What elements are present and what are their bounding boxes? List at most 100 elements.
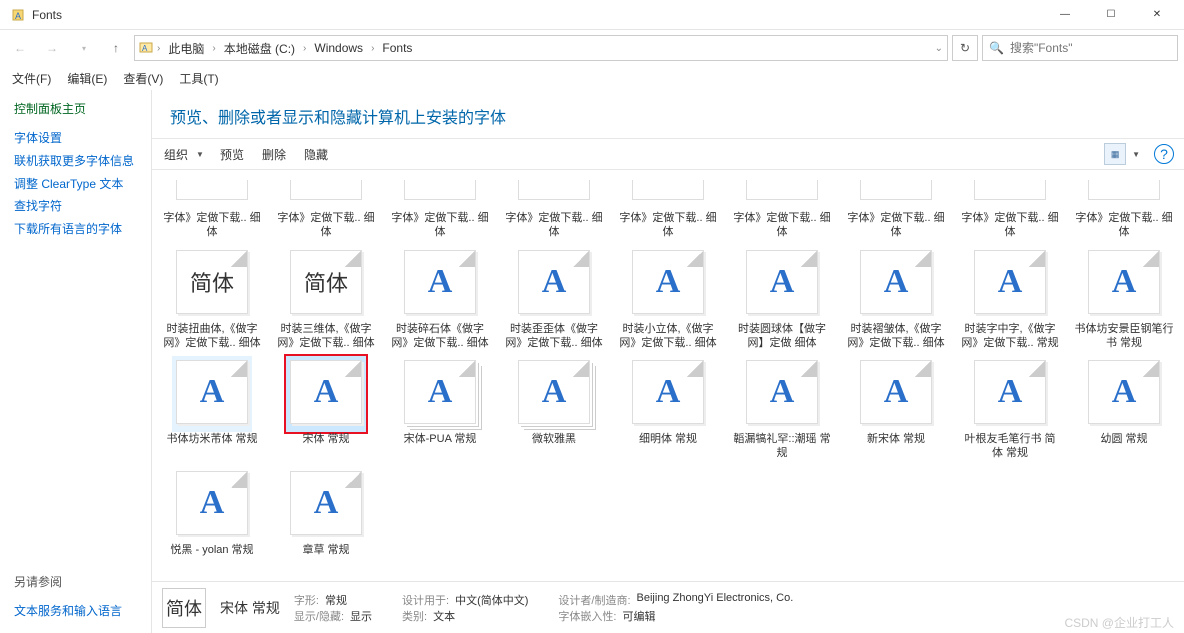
font-item[interactable]: A时装圆球体【做字网】定做 细体 [732, 246, 832, 351]
font-label: 时装字中字,《做字网》定做下载.. 常规 [960, 322, 1060, 351]
hide-button[interactable]: 隐藏 [302, 146, 330, 163]
font-item[interactable]: 字体》定做下载.. 细体 [162, 176, 262, 240]
breadcrumb[interactable]: Fonts [378, 41, 416, 55]
font-item[interactable]: 字体》定做下载.. 细体 [846, 176, 946, 240]
search-box[interactable]: 🔍 [982, 35, 1178, 61]
font-label: 字体》定做下载.. 细体 [846, 211, 946, 240]
sidebar-link[interactable]: 下载所有语言的字体 [14, 218, 137, 241]
font-label: 字体》定做下载.. 细体 [732, 211, 832, 240]
menu-file[interactable]: 文件(F) [6, 68, 57, 89]
sidebar-link[interactable]: 调整 ClearType 文本 [14, 173, 137, 196]
chevron-down-icon[interactable]: ▼ [196, 150, 204, 159]
font-label: 时装小立体,《做字网》定做下载.. 细体 [618, 322, 718, 351]
font-label: 时装褶皱体,《做字网》定做下载.. 细体 [846, 322, 946, 351]
font-label: 时装三维体,《做字网》定做下载.. 细体 [276, 322, 376, 351]
font-label: 时装扭曲体,《做字网》定做下载.. 细体 [162, 322, 262, 351]
font-item[interactable]: 字体》定做下载.. 细体 [390, 176, 490, 240]
view-options-button[interactable]: ▦ [1104, 143, 1126, 165]
font-item[interactable]: A书体坊米芾体 常规 [162, 356, 262, 461]
font-item[interactable]: A细明体 常规 [618, 356, 718, 461]
font-label: 时装圆球体【做字网】定做 细体 [732, 322, 832, 351]
font-label: 宋体-PUA 常规 [390, 432, 490, 460]
chevron-right-icon[interactable]: › [212, 43, 215, 54]
font-label: 书体坊安景臣钢笔行书 常规 [1074, 322, 1174, 351]
font-item[interactable]: A宋体-PUA 常规 [390, 356, 490, 461]
history-dropdown[interactable]: ▾ [70, 34, 98, 62]
chevron-right-icon[interactable]: › [157, 43, 160, 54]
search-input[interactable] [1010, 41, 1171, 55]
font-label: 字体》定做下载.. 细体 [960, 211, 1060, 240]
font-item[interactable]: A微软雅黑 [504, 356, 604, 461]
sidebar-link[interactable]: 查找字符 [14, 195, 137, 218]
font-label: 字体》定做下载.. 细体 [1074, 211, 1174, 240]
menu-tools[interactable]: 工具(T) [173, 68, 224, 89]
font-item[interactable]: A悦黑 - yolan 常规 [162, 467, 262, 571]
detail-prop: 字形:常规 [294, 592, 372, 608]
font-item[interactable]: 字体》定做下载.. 细体 [1074, 176, 1174, 240]
chevron-down-icon[interactable]: ▼ [1132, 150, 1140, 159]
up-button[interactable]: ↑ [102, 34, 130, 62]
menu-edit[interactable]: 编辑(E) [61, 68, 113, 89]
font-item[interactable]: 简体时装三维体,《做字网》定做下载.. 细体 [276, 246, 376, 351]
help-icon[interactable]: ? [1154, 144, 1174, 164]
font-label: 细明体 常规 [618, 432, 718, 460]
see-also-head: 另请参阅 [14, 573, 137, 590]
font-item[interactable]: A宋体 常规 [276, 356, 376, 461]
sidebar-link[interactable]: 文本服务和输入语言 [14, 600, 137, 623]
font-label: 字体》定做下载.. 细体 [618, 211, 718, 240]
address-bar[interactable]: A › 此电脑 › 本地磁盘 (C:) › Windows › Fonts ⌄ [134, 35, 948, 61]
font-item[interactable]: A幼圆 常规 [1074, 356, 1174, 461]
font-item[interactable]: A时装碎石体《做字网》定做下载.. 细体 [390, 246, 490, 351]
close-button[interactable]: ✕ [1134, 0, 1180, 30]
detail-prop: 设计用于:中文(简体中文) [402, 592, 528, 608]
sidebar-head[interactable]: 控制面板主页 [14, 100, 137, 117]
font-item[interactable]: 字体》定做下载.. 细体 [276, 176, 376, 240]
font-label: 新宋体 常规 [846, 432, 946, 460]
font-item[interactable]: 简体时装扭曲体,《做字网》定做下载.. 细体 [162, 246, 262, 351]
menu-view[interactable]: 查看(V) [117, 68, 169, 89]
back-button[interactable]: ← [6, 34, 34, 62]
font-item[interactable]: A新宋体 常规 [846, 356, 946, 461]
delete-button[interactable]: 删除 [260, 146, 288, 163]
detail-prop: 设计者/制造商:Beijing ZhongYi Electronics, Co. [558, 592, 793, 608]
font-label: 微软雅黑 [504, 432, 604, 460]
watermark: CSDN @企业打工人 [1064, 614, 1174, 631]
font-label: 字体》定做下载.. 细体 [276, 211, 376, 240]
detail-bar: 简体 宋体 常规 字形:常规显示/隐藏:显示设计用于:中文(简体中文)类别:文本… [152, 581, 1184, 633]
font-item[interactable]: A韜漏犒礼罕::潮瑶 常规 [732, 356, 832, 461]
font-label: 字体》定做下载.. 细体 [390, 211, 490, 240]
detail-thumb: 简体 [162, 588, 206, 628]
chevron-right-icon[interactable]: › [303, 43, 306, 54]
font-grid: 字体》定做下载.. 细体字体》定做下载.. 细体字体》定做下载.. 细体字体》定… [152, 170, 1184, 581]
font-item[interactable]: A章草 常规 [276, 467, 376, 571]
breadcrumb[interactable]: 此电脑 [164, 40, 208, 57]
address-dropdown[interactable]: ⌄ [935, 43, 943, 54]
navbar: ← → ▾ ↑ A › 此电脑 › 本地磁盘 (C:) › Windows › … [0, 30, 1184, 66]
font-item[interactable]: 字体》定做下载.. 细体 [504, 176, 604, 240]
preview-button[interactable]: 预览 [218, 146, 246, 163]
main-area: 预览、删除或者显示和隐藏计算机上安装的字体 组织▼ 预览 删除 隐藏 ▦▼ ? … [152, 90, 1184, 633]
font-item[interactable]: 字体》定做下载.. 细体 [960, 176, 1060, 240]
font-item[interactable]: A叶根友毛笔行书 简体 常规 [960, 356, 1060, 461]
sidebar-link[interactable]: 联机获取更多字体信息 [14, 150, 137, 173]
font-item[interactable]: A时装字中字,《做字网》定做下载.. 常规 [960, 246, 1060, 351]
titlebar: A Fonts — ☐ ✕ [0, 0, 1184, 30]
chevron-right-icon[interactable]: › [371, 43, 374, 54]
font-item[interactable]: A时装小立体,《做字网》定做下载.. 细体 [618, 246, 718, 351]
font-item[interactable]: A时装褶皱体,《做字网》定做下载.. 细体 [846, 246, 946, 351]
sidebar-link[interactable]: 字体设置 [14, 127, 137, 150]
breadcrumb[interactable]: 本地磁盘 (C:) [220, 40, 299, 57]
fonts-app-icon: A [10, 7, 26, 23]
maximize-button[interactable]: ☐ [1088, 0, 1134, 30]
breadcrumb[interactable]: Windows [310, 41, 367, 55]
font-item[interactable]: 字体》定做下载.. 细体 [732, 176, 832, 240]
font-item[interactable]: A时装歪歪体《做字网》定做下载.. 细体 [504, 246, 604, 351]
refresh-button[interactable]: ↻ [952, 35, 978, 61]
detail-prop: 类别:文本 [402, 608, 528, 624]
font-item[interactable]: A书体坊安景臣钢笔行书 常规 [1074, 246, 1174, 351]
organize-button[interactable]: 组织 [162, 146, 190, 163]
font-item[interactable]: 字体》定做下载.. 细体 [618, 176, 718, 240]
font-label: 字体》定做下载.. 细体 [162, 211, 262, 240]
minimize-button[interactable]: — [1042, 0, 1088, 30]
forward-button[interactable]: → [38, 34, 66, 62]
